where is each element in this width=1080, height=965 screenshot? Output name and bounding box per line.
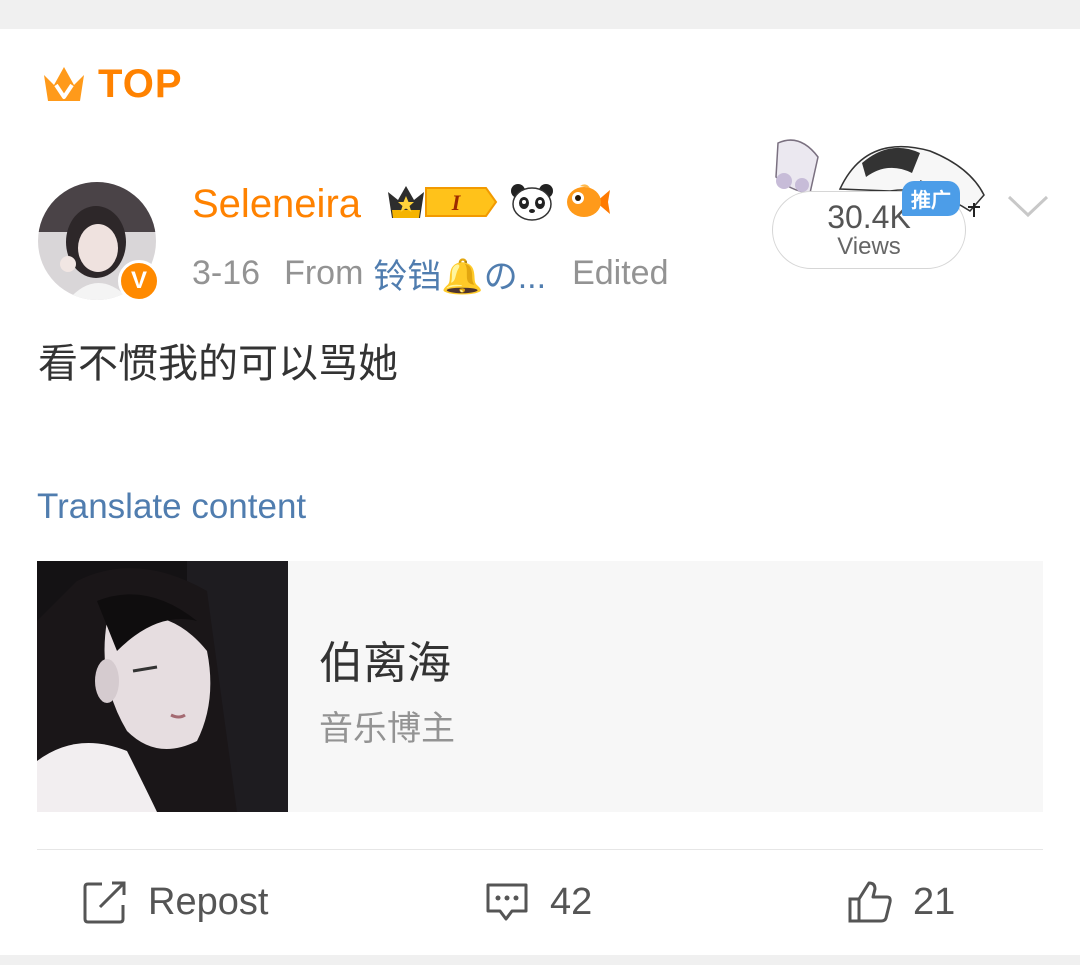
post-meta: 3-16 From 铃铛🔔の... Edited [192,249,668,298]
top-label: TOP [98,62,183,106]
author-name[interactable]: Seleneira [192,182,361,227]
profile-card-subtitle: 音乐博主 [319,710,455,748]
comment-button[interactable]: 42 [484,879,592,925]
source-link[interactable]: 铃铛🔔の... [373,249,546,298]
source-from-label: From [284,254,364,292]
verified-badge: V [118,260,160,302]
divider [37,849,1043,850]
repost-label: Repost [148,880,269,923]
crown-level-badge[interactable]: I [386,182,498,222]
post-date: 3-16 [192,254,261,292]
comment-icon [486,883,528,921]
post-card: TOP V Seleneira I 3-16 From 铃铛🔔の... Edit… [0,29,1080,955]
repost-icon [83,881,126,924]
chevron-down-icon[interactable] [1006,191,1050,221]
svg-text:I: I [451,190,462,215]
repost-button[interactable]: Repost [82,879,268,925]
comment-count: 42 [550,880,593,923]
goldfish-icon [567,184,610,217]
profile-link-card[interactable]: 伯离海 音乐博主 [37,561,1043,812]
crown-icon [44,66,84,101]
like-count: 21 [913,880,956,923]
promo-tag: 推广 [902,181,960,216]
translate-link[interactable]: Translate content [37,487,306,527]
edited-label: Edited [572,254,669,292]
pinned-top-badge: TOP [40,62,183,107]
profile-card-image [37,561,288,812]
thumbs-up-icon [848,881,892,923]
author-badges: I [386,182,612,222]
post-text: 看不惯我的可以骂她 [38,342,398,386]
panda-icon [511,184,553,221]
views-label: Views [837,233,901,260]
profile-card-title: 伯离海 [319,639,451,688]
like-button[interactable]: 21 [847,879,955,925]
views-widget[interactable]: 30.4K Views 推广 [770,133,1000,273]
